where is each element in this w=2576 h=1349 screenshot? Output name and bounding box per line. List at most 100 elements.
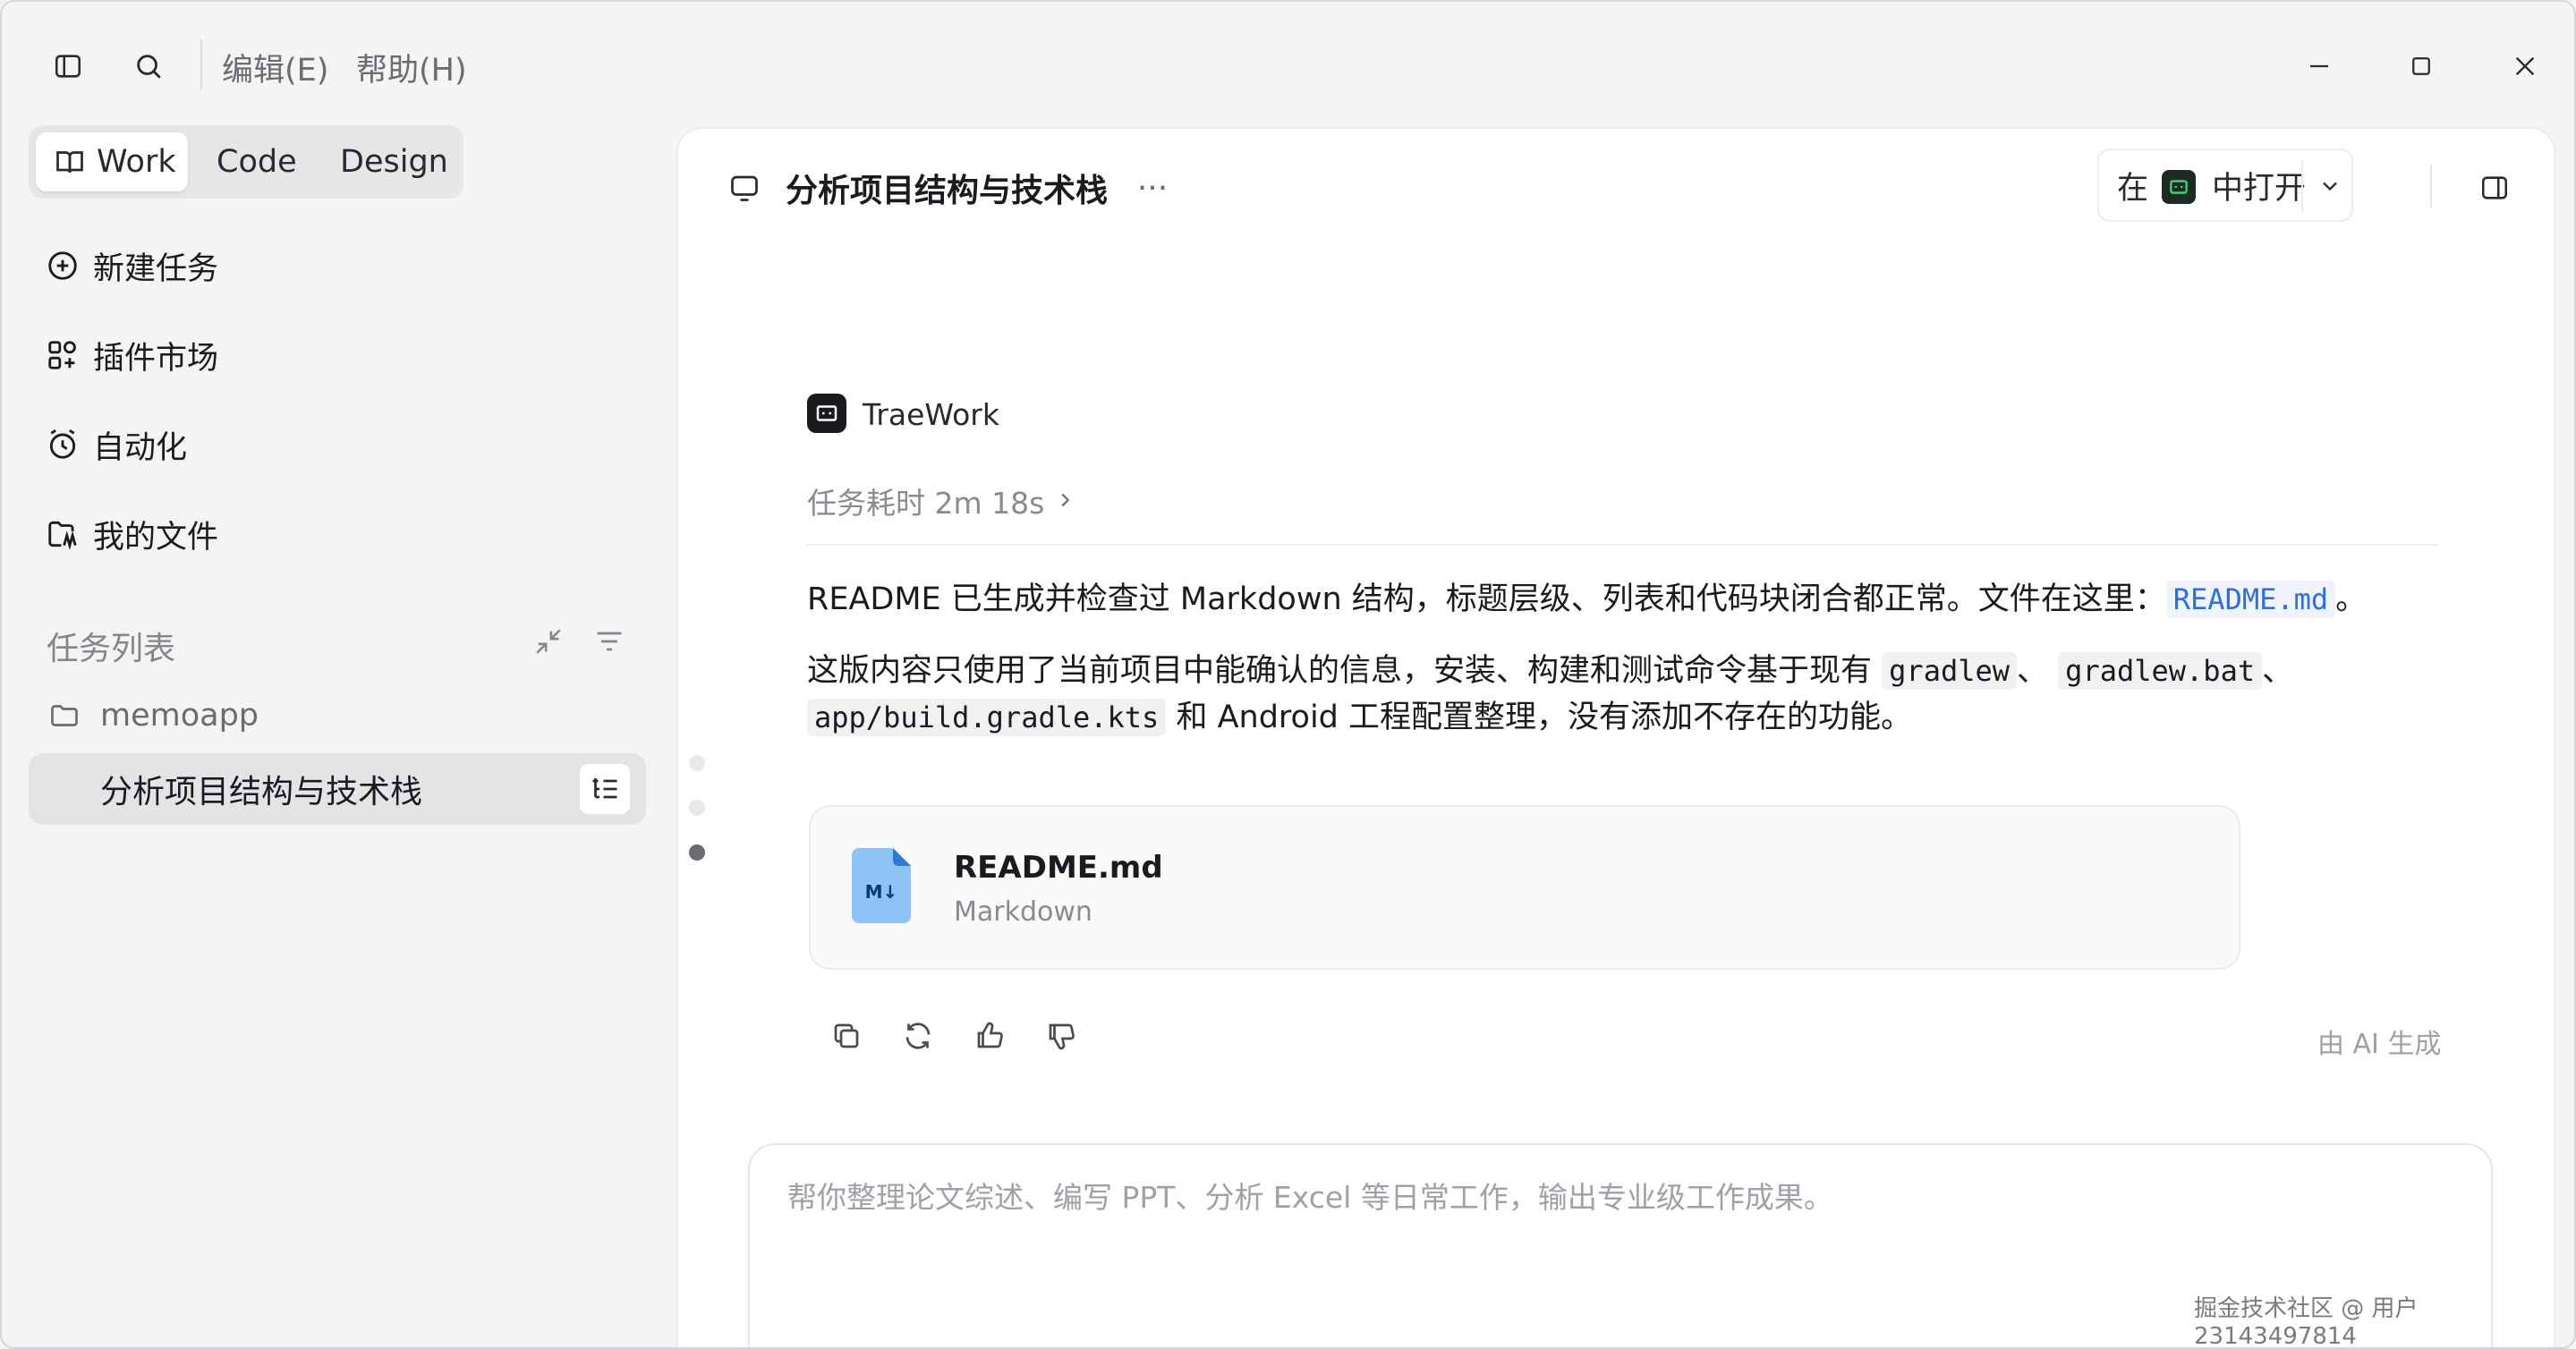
filter-button[interactable] — [587, 619, 632, 664]
copy-icon — [834, 1023, 859, 1048]
tab-work[interactable]: Work — [36, 132, 188, 191]
tab-work-label: Work — [97, 144, 176, 180]
mode-switch: Work Code Design — [29, 125, 463, 199]
tree-list-icon — [592, 778, 617, 799]
plus-circle-icon — [45, 248, 81, 284]
search-icon — [137, 55, 161, 79]
task-duration-text: 任务耗时 2m 18s — [807, 486, 1045, 521]
task-list-heading: 任务列表 — [47, 631, 176, 667]
chat-monitor-icon — [727, 170, 762, 206]
maximize-button[interactable] — [2393, 38, 2450, 95]
watermark: 掘金技术社区 @ 用户23143497814 — [2194, 1295, 2419, 1349]
composer-input[interactable] — [786, 1179, 2450, 1216]
task-tree-button[interactable] — [580, 764, 630, 814]
ai-generated-label: 由 AI 生成 — [2317, 1029, 2442, 1060]
thumbs-down-icon — [1049, 1023, 1075, 1050]
plugin-grid-icon — [45, 337, 81, 373]
chevron-right-icon — [1055, 486, 1075, 517]
maximize-icon — [2412, 57, 2430, 75]
page-title: 分析项目结构与技术栈 — [786, 173, 1109, 209]
inline-code: gradlew.bat — [2058, 652, 2263, 690]
thumbs-up-button[interactable] — [965, 1011, 1015, 1061]
readme-link[interactable]: README.md — [2165, 581, 2336, 618]
markdown-file-icon: M↓ — [852, 848, 911, 923]
terminal-app-icon — [2162, 170, 2196, 204]
project-folder-memoapp[interactable]: memoapp — [48, 691, 259, 741]
menu-edit[interactable]: 编辑(E) — [222, 45, 328, 90]
book-icon — [56, 151, 83, 174]
open-in-dropdown-button[interactable] — [2310, 163, 2350, 209]
task-item-label: 分析项目结构与技术栈 — [100, 774, 423, 810]
conversation-panel: 分析项目结构与技术栈 ··· 在 中打开 TraeWork 任务耗时 2m 18… — [676, 127, 2555, 1347]
tab-code[interactable]: Code — [204, 132, 302, 191]
refresh-icon — [905, 1022, 931, 1049]
inline-code: app/build.gradle.kts — [807, 699, 1167, 736]
sidebar-item-label: 我的文件 — [93, 519, 219, 556]
scroll-dot[interactable] — [689, 755, 705, 771]
open-in-divider — [2301, 159, 2303, 213]
sidebar-item-label: 自动化 — [93, 429, 188, 466]
folder-icon — [45, 516, 81, 552]
chevron-down-icon — [2323, 182, 2337, 191]
project-name: memoapp — [100, 698, 259, 734]
scroll-dot-active[interactable] — [689, 844, 705, 861]
app-window: 编辑(E) 帮助(H) Work Code Design 新建任务 插件市场 自… — [0, 0, 2576, 1349]
svg-text:M↓: M↓ — [865, 881, 898, 903]
trae-logo-icon — [816, 405, 837, 421]
tab-design[interactable]: Design — [320, 132, 455, 191]
task-duration-toggle[interactable]: 任务耗时 2m 18s — [807, 479, 1075, 522]
collapse-button[interactable] — [526, 619, 571, 664]
sidebar-item-new-task[interactable]: 新建任务 — [29, 229, 646, 302]
scroll-position-indicator[interactable] — [689, 755, 709, 889]
open-in-app-control[interactable]: 在 中打开 — [2097, 148, 2353, 222]
message-text: 和 Android 工程配置整理，没有添加不存在的功能。 — [1176, 700, 1913, 735]
message-text: 这版内容只使用了当前项目中能确认的信息，安装、构建和测试命令基于现有 — [807, 653, 1873, 689]
sidebar-item-automation[interactable]: 自动化 — [29, 408, 646, 481]
alarm-clock-icon — [45, 427, 81, 462]
message-paragraph-2: 这版内容只使用了当前项目中能确认的信息，安装、构建和测试命令基于现有 gradl… — [807, 648, 2418, 741]
file-type: Markdown — [954, 896, 1092, 928]
thumbs-up-icon — [977, 1022, 1003, 1048]
sidebar-toggle-button[interactable] — [43, 41, 93, 91]
sidebar-item-plugin-market[interactable]: 插件市场 — [29, 318, 646, 392]
right-panel-icon — [2481, 176, 2508, 199]
minimize-button[interactable] — [2291, 38, 2348, 95]
filter-icon — [597, 632, 622, 651]
sidebar-item-label: 插件市场 — [93, 340, 219, 377]
regenerate-button[interactable] — [893, 1011, 943, 1061]
collapse-arrows-icon — [536, 629, 561, 654]
scroll-dot[interactable] — [689, 800, 705, 816]
message-text: 、 — [2017, 653, 2049, 689]
agent-avatar — [807, 394, 846, 433]
message-text: 、 — [2262, 653, 2294, 689]
message-text: README 已生成并检查过 Markdown 结构，标题层级、列表和代码块闭合… — [807, 581, 2166, 617]
right-panel-toggle-button[interactable] — [2468, 161, 2521, 215]
inline-code: gradlew — [1882, 652, 2018, 690]
file-attachment-card[interactable]: M↓ README.md Markdown — [809, 805, 2240, 970]
menu-help[interactable]: 帮助(H) — [356, 45, 467, 90]
message-paragraph-1: README 已生成并检查过 Markdown 结构，标题层级、列表和代码块闭合… — [807, 576, 2418, 623]
file-name: README.md — [954, 850, 1163, 886]
more-options-button[interactable]: ··· — [1126, 163, 1179, 213]
sidebar-item-label: 新建任务 — [93, 250, 219, 287]
header-divider — [2430, 165, 2432, 208]
tab-code-label: Code — [217, 144, 297, 180]
sidebar-item-my-files[interactable]: 我的文件 — [29, 497, 646, 571]
open-in-prefix: 在 — [2117, 170, 2149, 207]
title-bar: 编辑(E) 帮助(H) — [2, 2, 2574, 127]
open-in-suffix: 中打开 — [2212, 170, 2307, 207]
sidebar-layout-icon — [55, 55, 81, 78]
minimize-icon — [2310, 64, 2328, 68]
task-list-item-active[interactable]: 分析项目结构与技术栈 — [29, 753, 646, 825]
search-button[interactable] — [123, 41, 174, 91]
message-text: 。 — [2335, 581, 2368, 617]
copy-button[interactable] — [821, 1011, 871, 1061]
titlebar-divider — [200, 39, 202, 89]
thumbs-down-button[interactable] — [1036, 1011, 1086, 1061]
tab-design-label: Design — [340, 144, 448, 180]
folder-outline-icon — [51, 705, 78, 726]
close-button[interactable] — [2496, 38, 2554, 95]
content-divider — [807, 544, 2437, 546]
agent-name: TraeWork — [863, 397, 999, 432]
close-icon — [2515, 56, 2535, 76]
